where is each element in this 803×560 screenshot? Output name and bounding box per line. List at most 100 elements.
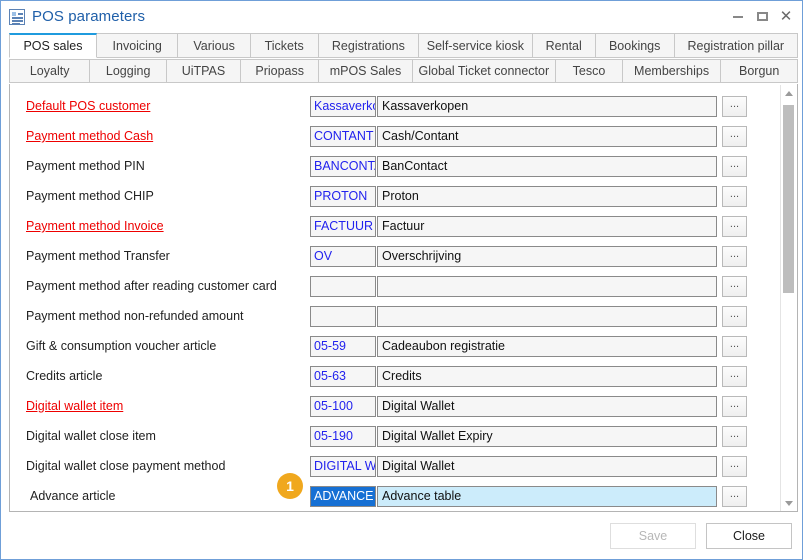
tab-tickets[interactable]: Tickets <box>251 33 319 58</box>
parameter-description-input[interactable]: Proton <box>377 186 717 207</box>
parameter-label: Gift & consumption voucher article <box>10 339 310 353</box>
parameter-row: Digital wallet close item05-190Digital W… <box>10 421 772 451</box>
parameter-label: Payment method non-refunded amount <box>10 309 310 323</box>
browse-ellipsis-button[interactable]: ... <box>722 216 747 237</box>
browse-ellipsis-button[interactable]: ... <box>722 456 747 477</box>
step-badge-1: 1 <box>277 473 303 499</box>
parameter-row: Payment method CHIPPROTONProton... <box>10 181 772 211</box>
maximize-button[interactable] <box>751 7 773 27</box>
tab-tesco[interactable]: Tesco <box>556 59 623 83</box>
tab-logging[interactable]: Logging <box>90 59 167 83</box>
footer-bar: Save Close <box>1 512 803 559</box>
parameter-row: Digital wallet close payment methodDIGIT… <box>10 451 772 481</box>
parameter-description-input[interactable]: Credits <box>377 366 717 387</box>
parameter-description-input[interactable]: Digital Wallet <box>377 396 717 417</box>
parameter-description-input[interactable]: Cash/Contant <box>377 126 717 147</box>
parameter-code-input[interactable]: CONTANT <box>310 126 376 147</box>
parameter-description-input[interactable]: BanContact <box>377 156 717 177</box>
browse-ellipsis-button[interactable]: ... <box>722 276 747 297</box>
tab-bookings[interactable]: Bookings <box>596 33 675 58</box>
tab-rental[interactable]: Rental <box>533 33 596 58</box>
parameter-code-input[interactable]: OV <box>310 246 376 267</box>
parameter-code-input[interactable]: 05-63 <box>310 366 376 387</box>
parameter-code-input[interactable]: ADVANCE <box>310 486 376 507</box>
tab-uitpas[interactable]: UiTPAS <box>167 59 241 83</box>
tab-memberships[interactable]: Memberships <box>623 59 722 83</box>
browse-ellipsis-button[interactable]: ... <box>722 186 747 207</box>
parameter-row: Payment method non-refunded amount... <box>10 301 772 331</box>
parameter-description-input[interactable]: Overschrijving <box>377 246 717 267</box>
browse-ellipsis-button[interactable]: ... <box>722 306 747 327</box>
tab-pos-sales[interactable]: POS sales <box>9 33 97 58</box>
parameter-row: Credits article05-63Credits... <box>10 361 772 391</box>
parameter-code-input[interactable]: 05-190 <box>310 426 376 447</box>
parameter-description-input[interactable] <box>377 276 717 297</box>
parameter-row: Payment method InvoiceFACTUURFactuur... <box>10 211 772 241</box>
window-controls: ✕ <box>727 2 797 31</box>
parameter-description-input[interactable] <box>377 306 717 327</box>
parameter-rows: Default POS customerKassaverkopenKassave… <box>10 84 772 511</box>
scroll-up-arrow-icon[interactable] <box>781 85 796 101</box>
browse-ellipsis-button[interactable]: ... <box>722 96 747 117</box>
tab-priopass[interactable]: Priopass <box>241 59 320 83</box>
parameter-label[interactable]: Payment method Invoice <box>10 219 310 233</box>
parameter-row: Advance articleADVANCEAdvance table... <box>10 481 772 511</box>
tab-invoicing[interactable]: Invoicing <box>97 33 178 58</box>
browse-ellipsis-button[interactable]: ... <box>722 396 747 417</box>
browse-ellipsis-button[interactable]: ... <box>722 156 747 177</box>
parameter-description-input[interactable]: Kassaverkopen <box>377 96 717 117</box>
parameter-label[interactable]: Default POS customer <box>10 99 310 113</box>
parameter-description-input[interactable]: Advance table <box>377 486 717 507</box>
scroll-down-arrow-icon[interactable] <box>781 495 796 511</box>
parameter-description-input[interactable]: Digital Wallet <box>377 456 717 477</box>
parameter-row: Gift & consumption voucher article05-59C… <box>10 331 772 361</box>
minimize-button[interactable] <box>727 7 749 27</box>
parameter-label[interactable]: Payment method Cash <box>10 129 310 143</box>
document-lines-icon <box>9 9 25 25</box>
parameter-code-input[interactable]: FACTUUR <box>310 216 376 237</box>
vertical-scrollbar[interactable] <box>780 85 796 511</box>
parameter-row: Payment method TransferOVOverschrijving.… <box>10 241 772 271</box>
tab-global-ticket-connector[interactable]: Global Ticket connector <box>413 59 557 83</box>
browse-ellipsis-button[interactable]: ... <box>722 486 747 507</box>
save-button[interactable]: Save <box>610 523 696 549</box>
browse-ellipsis-button[interactable]: ... <box>722 246 747 267</box>
close-button-footer[interactable]: Close <box>706 523 792 549</box>
tab-row-primary: POS salesInvoicingVariousTicketsRegistra… <box>9 33 798 58</box>
tab-row-secondary: LoyaltyLoggingUiTPASPriopassmPOS SalesGl… <box>9 59 798 83</box>
title-bar: POS parameters ✕ <box>2 2 803 31</box>
tab-self-service-kiosk[interactable]: Self-service kiosk <box>419 33 532 58</box>
tab-registration-pillar[interactable]: Registration pillar <box>675 33 798 58</box>
parameter-row: Payment method CashCONTANTCash/Contant..… <box>10 121 772 151</box>
browse-ellipsis-button[interactable]: ... <box>722 366 747 387</box>
page-title: POS parameters <box>32 8 145 25</box>
parameter-code-input[interactable] <box>310 276 376 297</box>
parameter-code-input[interactable]: BANCONTACT <box>310 156 376 177</box>
scrollbar-thumb[interactable] <box>783 105 794 293</box>
close-button[interactable]: ✕ <box>775 7 797 27</box>
tab-registrations[interactable]: Registrations <box>319 33 420 58</box>
parameter-description-input[interactable]: Digital Wallet Expiry <box>377 426 717 447</box>
parameter-description-input[interactable]: Factuur <box>377 216 717 237</box>
tab-mpos-sales[interactable]: mPOS Sales <box>319 59 412 83</box>
parameter-label[interactable]: Digital wallet item <box>10 399 310 413</box>
parameters-panel: Default POS customerKassaverkopenKassave… <box>9 84 798 512</box>
pos-parameters-window: POS parameters ✕ POS salesInvoicingVario… <box>0 0 803 560</box>
parameter-code-input[interactable]: 05-100 <box>310 396 376 417</box>
parameter-description-input[interactable]: Cadeaubon registratie <box>377 336 717 357</box>
parameter-code-input[interactable]: Kassaverkopen <box>310 96 376 117</box>
browse-ellipsis-button[interactable]: ... <box>722 426 747 447</box>
parameter-row: Digital wallet item05-100Digital Wallet.… <box>10 391 772 421</box>
parameter-code-input[interactable]: PROTON <box>310 186 376 207</box>
parameter-code-input[interactable]: 05-59 <box>310 336 376 357</box>
parameter-label: Advance article <box>10 489 310 503</box>
parameter-code-input[interactable] <box>310 306 376 327</box>
browse-ellipsis-button[interactable]: ... <box>722 126 747 147</box>
tab-loyalty[interactable]: Loyalty <box>9 59 90 83</box>
tab-borgun[interactable]: Borgun <box>721 59 798 83</box>
browse-ellipsis-button[interactable]: ... <box>722 336 747 357</box>
tab-various[interactable]: Various <box>178 33 250 58</box>
parameter-label: Payment method after reading customer ca… <box>10 279 310 293</box>
parameter-label: Payment method PIN <box>10 159 310 173</box>
parameter-code-input[interactable]: DIGITAL WALLET <box>310 456 376 477</box>
